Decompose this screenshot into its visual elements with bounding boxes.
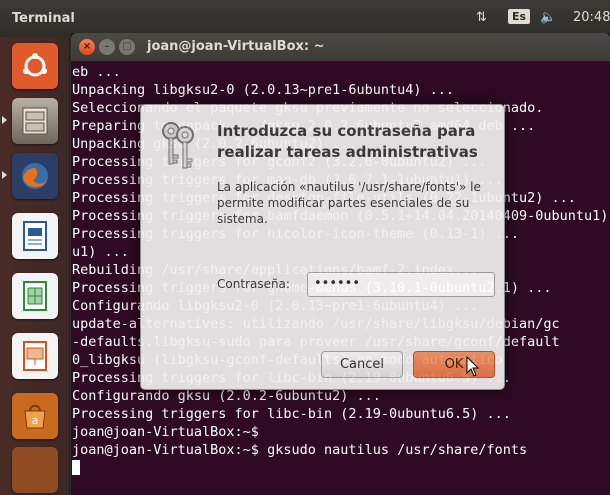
svg-text:a: a [32, 414, 39, 427]
terminal-cursor [72, 460, 80, 475]
file-cabinet-icon[interactable] [12, 98, 58, 144]
password-value: •••••• [314, 276, 361, 291]
shopping-bag-icon[interactable]: a [12, 393, 58, 439]
top-panel: Terminal ⇅ Es 🔈 20:48 [0, 0, 610, 37]
terminal-line: joan@joan-VirtualBox:~$ [72, 424, 259, 440]
sound-icon[interactable]: 🔈 [540, 10, 556, 25]
clock[interactable]: 20:48 [573, 10, 610, 25]
terminal-cursor-line [72, 459, 610, 477]
network-icon[interactable]: ⇅ [476, 10, 487, 25]
terminal-line: Processing triggers for libc-bin (2.19-0… [72, 406, 511, 422]
ubuntu-logo-icon[interactable] [12, 43, 58, 89]
writer-document-icon[interactable] [12, 213, 58, 259]
minimize-icon[interactable]: – [99, 39, 115, 55]
keyboard-layout-indicator[interactable]: Es [508, 9, 531, 24]
close-icon[interactable]: × [79, 39, 95, 55]
auth-dialog: Introduzca su contraseña para realizar t… [140, 104, 505, 390]
impress-presentation-icon[interactable] [12, 333, 58, 379]
terminal-line: Unpacking libgksu2-0 (2.0.13~pre1-6ubunt… [72, 82, 455, 98]
cancel-button[interactable]: Cancel [321, 351, 403, 378]
maximize-icon[interactable]: □ [119, 39, 135, 55]
keys-icon [162, 122, 194, 169]
password-label: Contraseña: [217, 277, 290, 291]
dialog-message: La aplicación «nautilus '/usr/share/font… [217, 180, 481, 226]
dialog-title: Introduzca su contraseña para realizar t… [217, 122, 478, 161]
running-indicator [2, 116, 7, 124]
terminal-line: joan@joan-VirtualBox:~$ gksudo nautilus … [72, 442, 528, 458]
terminal-title: joan@joan-VirtualBox: ~ [147, 39, 325, 54]
terminal-titlebar[interactable]: × – □ joan@joan-VirtualBox: ~ [71, 33, 610, 61]
calc-spreadsheet-icon[interactable] [12, 273, 58, 319]
launcher: a [0, 37, 70, 495]
terminal-line: eb ... [72, 64, 121, 80]
running-indicator [2, 171, 7, 179]
panel-app-title: Terminal [12, 11, 75, 26]
stacked-launcher-icon[interactable] [12, 447, 58, 493]
ok-button[interactable]: OK [413, 351, 495, 378]
firefox-icon[interactable] [12, 153, 58, 199]
mouse-pointer-icon [466, 356, 480, 377]
password-input[interactable]: •••••• [307, 272, 495, 297]
